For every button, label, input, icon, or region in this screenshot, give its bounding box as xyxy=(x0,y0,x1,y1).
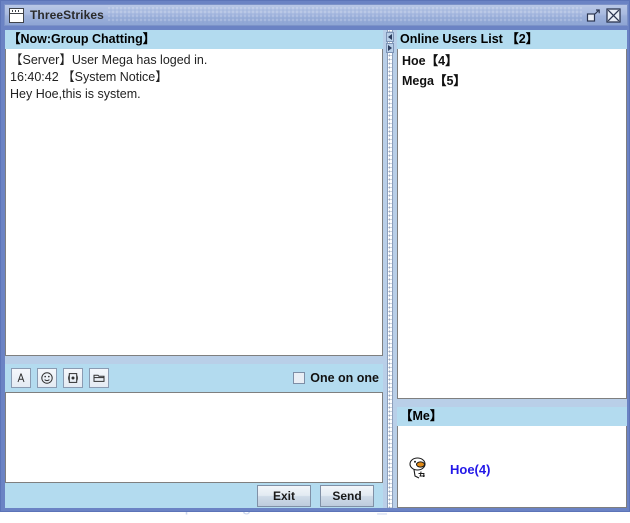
collapse-left-arrow[interactable] xyxy=(386,32,394,42)
window-title: ThreeStrikes xyxy=(30,8,104,22)
application-window: ThreeStrikes 【Now:Group Chatting】 【Serve… xyxy=(0,0,630,512)
chat-pane: 【Now:Group Chatting】 【Server】User Mega h… xyxy=(5,30,383,508)
me-header: 【Me】 xyxy=(397,407,627,426)
action-button-bar: Exit Send xyxy=(5,483,383,508)
user-sketch-avatar xyxy=(406,454,436,484)
chat-header: 【Now:Group Chatting】 xyxy=(5,30,383,49)
close-icon[interactable] xyxy=(606,7,621,23)
right-horizontal-splitter[interactable] xyxy=(397,399,627,407)
send-button[interactable]: Send xyxy=(320,484,374,507)
me-row: Hoe(4) xyxy=(406,454,490,484)
exit-button[interactable]: Exit xyxy=(257,484,311,507)
online-users-list[interactable]: Hoe【4】 Mega【5】 xyxy=(397,49,627,399)
checkbox-box[interactable] xyxy=(293,372,306,384)
emoji-icon[interactable] xyxy=(37,368,57,388)
me-username: Hoe(4) xyxy=(450,461,491,477)
window-content: 【Now:Group Chatting】 【Server】User Mega h… xyxy=(5,30,627,508)
one-on-one-label: One on one xyxy=(310,371,379,385)
message-input[interactable] xyxy=(6,393,382,482)
chat-message: 【Server】User Mega has loged in. xyxy=(10,53,208,67)
window-controls xyxy=(586,7,621,23)
title-bar[interactable]: ThreeStrikes xyxy=(4,4,628,26)
window-frame-icon xyxy=(9,7,24,23)
compose-toolbar: One on one xyxy=(5,364,383,392)
app-screenshot: https://blog.csdn.net/weixin_44246009 Th… xyxy=(0,0,630,523)
compose-area[interactable] xyxy=(5,392,383,483)
list-item[interactable]: Mega【5】 xyxy=(398,71,626,91)
image-icon[interactable] xyxy=(63,368,83,388)
chat-message: 16:40:42 【System Notice】 xyxy=(10,70,168,84)
restore-icon[interactable] xyxy=(586,8,601,23)
one-on-one-checkbox[interactable]: One on one xyxy=(293,371,379,385)
online-users-header: Online Users List 【2】 xyxy=(397,30,627,49)
users-pane: Online Users List 【2】 Hoe【4】 Mega【5】 【Me… xyxy=(397,30,627,508)
title-bar-texture xyxy=(107,7,582,23)
chat-message-display[interactable]: 【Server】User Mega has loged in. 16:40:42… xyxy=(5,49,383,356)
horizontal-splitter[interactable] xyxy=(5,356,383,364)
splitter-track[interactable] xyxy=(387,30,393,508)
list-item[interactable]: Hoe【4】 xyxy=(398,49,626,71)
chat-message: Hey Hoe,this is system. xyxy=(10,87,141,101)
folder-icon[interactable] xyxy=(89,368,109,388)
me-panel: Hoe(4) xyxy=(397,426,627,508)
vertical-splitter[interactable] xyxy=(383,30,397,508)
font-icon[interactable] xyxy=(11,368,31,388)
collapse-right-arrow[interactable] xyxy=(386,43,394,53)
